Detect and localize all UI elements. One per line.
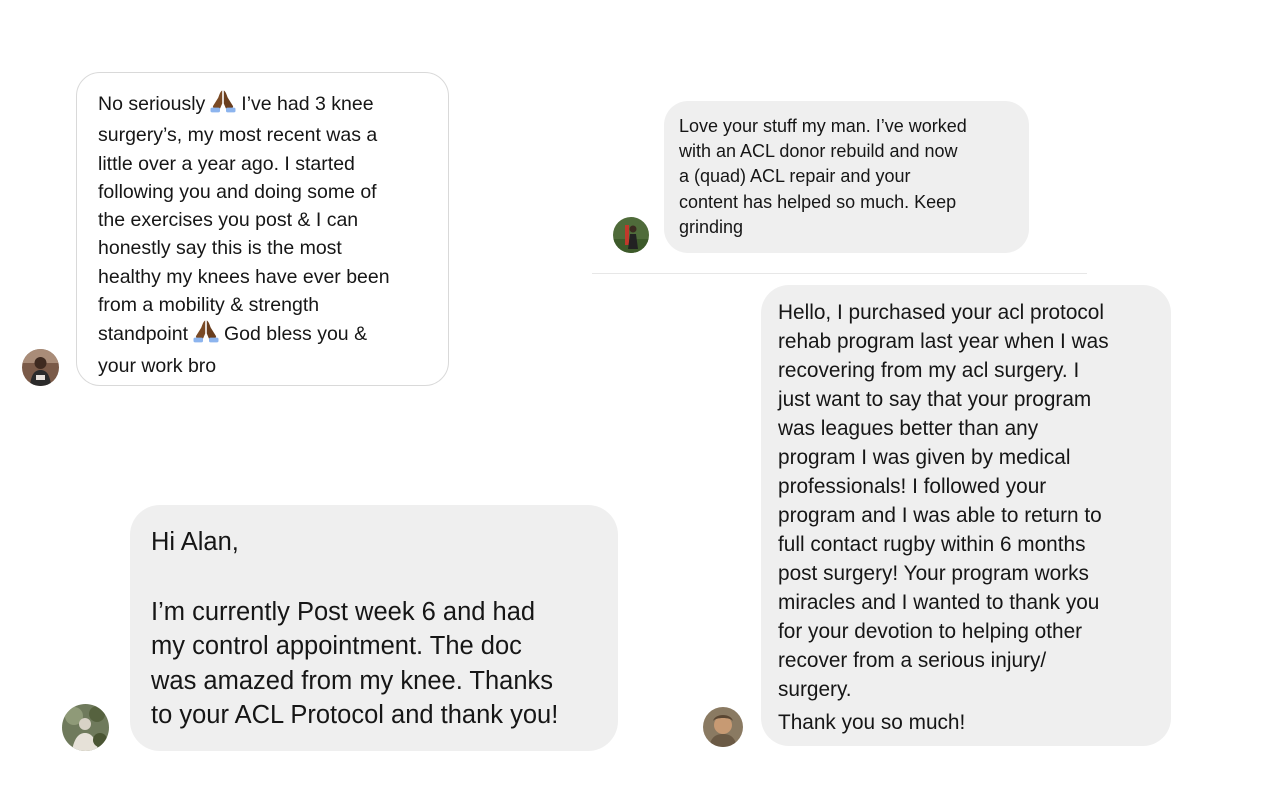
sender-avatar[interactable] bbox=[703, 707, 743, 747]
message-line: to your ACL Protocol and thank you! bbox=[151, 701, 559, 729]
praying-hands-icon bbox=[209, 89, 237, 121]
message-line: Hi Alan, bbox=[151, 528, 239, 556]
message-line: post surgery! Your program works bbox=[778, 562, 1089, 585]
message-line: Love your stuff my man. I’ve worked bbox=[679, 116, 967, 136]
message-line: No seriously I’ve had 3 knee bbox=[98, 89, 438, 121]
divider bbox=[592, 273, 1087, 274]
avatar-photo-icon bbox=[22, 349, 59, 386]
avatar-photo-icon bbox=[62, 704, 109, 751]
message-line: was leagues better than any bbox=[778, 417, 1039, 440]
message-line: program I was given by medical bbox=[778, 446, 1071, 469]
message-bubble[interactable]: Love your stuff my man. I’ve worked with… bbox=[664, 101, 1029, 253]
avatar-photo-icon bbox=[703, 707, 743, 747]
message-line: surgery. bbox=[778, 678, 852, 701]
message-line: professionals! I followed your bbox=[778, 475, 1047, 498]
message-line: healthy my knees have ever been bbox=[98, 265, 390, 288]
message-line: your work bro bbox=[98, 354, 217, 377]
message-line: full contact rugby within 6 months bbox=[778, 533, 1086, 556]
praying-hands-icon bbox=[192, 319, 220, 351]
message-bubble[interactable]: Hello, I purchased your acl protocol reh… bbox=[761, 285, 1171, 746]
message-line: standpoint God bless you & bbox=[98, 319, 438, 351]
message-bubble[interactable]: Hi Alan, I’m currently Post week 6 and h… bbox=[130, 505, 618, 751]
message-line: the exercises you post & I can bbox=[98, 209, 359, 232]
message-line: from a mobility & strength bbox=[98, 294, 320, 317]
message-line: surgery’s, my most recent was a bbox=[98, 124, 378, 147]
message-line: Thank you so much! bbox=[778, 711, 966, 734]
message-line: honestly say this is the most bbox=[98, 237, 342, 260]
sender-avatar[interactable] bbox=[613, 217, 649, 253]
message-line: for your devotion to helping other bbox=[778, 620, 1083, 643]
message-line: miracles and I wanted to thank you bbox=[778, 591, 1100, 614]
message-line: rehab program last year when I was bbox=[778, 330, 1109, 353]
message-line: grinding bbox=[679, 216, 744, 237]
message-line: following you and doing some of bbox=[98, 180, 377, 203]
message-line: a (quad) ACL repair and your bbox=[679, 166, 911, 187]
message-line: content has helped so much. Keep bbox=[679, 191, 957, 212]
sender-avatar[interactable] bbox=[22, 349, 59, 386]
message-line: my control appointment. The doc bbox=[151, 632, 522, 660]
message-line: with an ACL donor rebuild and now bbox=[679, 141, 958, 162]
sender-avatar[interactable] bbox=[62, 704, 109, 751]
message-line: just want to say that your program bbox=[778, 388, 1092, 411]
message-line: was amazed from my knee. Thanks bbox=[151, 666, 554, 695]
message-line: little over a year ago. I started bbox=[98, 152, 355, 175]
message-line: recovering from my acl surgery. I bbox=[778, 359, 1080, 382]
message-line: recover from a serious injury/ bbox=[778, 649, 1047, 672]
avatar-photo-icon bbox=[613, 217, 649, 253]
message-line: Hello, I purchased your acl protocol bbox=[778, 301, 1104, 324]
message-bubble[interactable]: No seriously I’ve had 3 knee surgery’s, m… bbox=[76, 72, 449, 386]
message-line: I’m currently Post week 6 and had bbox=[151, 597, 536, 626]
message-line: program and I was able to return to bbox=[778, 504, 1102, 527]
